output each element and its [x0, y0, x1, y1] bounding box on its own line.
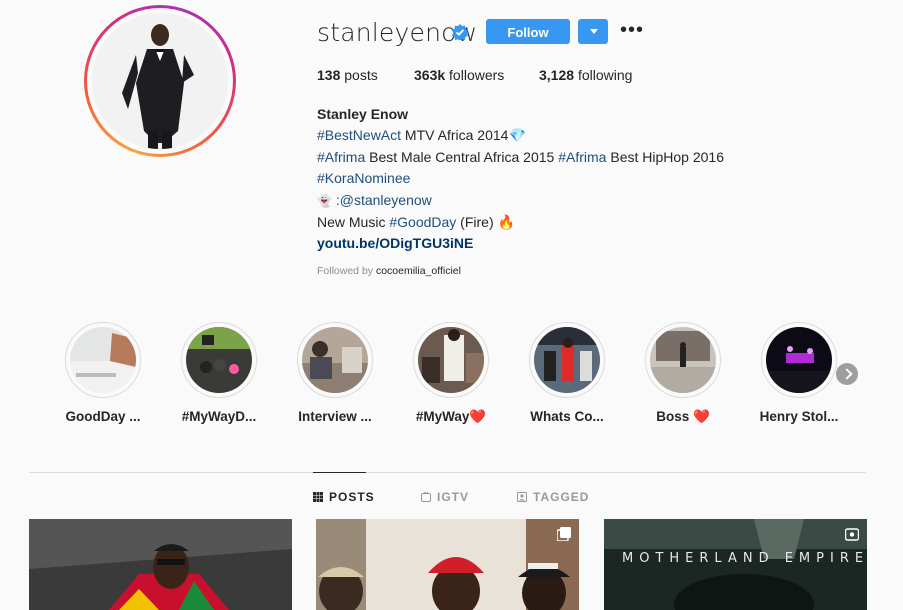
highlight-label: Whats Co...	[530, 409, 604, 424]
igtv-video-icon	[845, 528, 859, 541]
active-tab-indicator	[313, 472, 366, 473]
highlight-cover	[418, 327, 484, 393]
highlight-label: Interview ...	[298, 409, 372, 424]
followers-count[interactable]: 363k followers	[414, 67, 504, 83]
post-thumbnail[interactable]	[29, 519, 292, 610]
highlight-cover	[766, 327, 832, 393]
hashtag-link[interactable]: #GoodDay	[389, 214, 456, 230]
snapchat-ghost-icon: 👻	[317, 193, 332, 208]
highlights-next-arrow-icon[interactable]	[836, 363, 858, 385]
highlight-label: Boss ❤️	[656, 409, 710, 424]
highlight-label: #MyWayD...	[181, 409, 257, 424]
fire-emoji-icon: 🔥	[497, 214, 515, 231]
profile-bio: Stanley Enow #BestNewAct MTV Africa 2014…	[317, 106, 724, 252]
tabs-divider	[29, 472, 866, 473]
suggestions-dropdown-button[interactable]	[578, 19, 608, 44]
more-options-icon[interactable]: •••	[620, 20, 644, 40]
followed-by[interactable]: Followed by cocoemilia_officiel	[317, 265, 461, 277]
follow-button[interactable]: Follow	[486, 19, 570, 44]
bio-website-link[interactable]: youtu.be/ODigTGU3iNE	[317, 235, 473, 251]
tagged-icon	[517, 492, 527, 502]
hashtag-link[interactable]: #BestNewAct	[317, 127, 401, 143]
post-thumbnail[interactable]	[316, 519, 579, 610]
igtv-icon	[421, 492, 431, 502]
highlight-cover	[70, 327, 136, 393]
mention-link[interactable]: :@stanleyenow	[336, 192, 432, 208]
post-thumbnail[interactable]: MOTHERLAND EMPIRE	[604, 519, 867, 610]
tab-posts[interactable]: POSTS	[313, 490, 375, 504]
highlight-cover	[186, 327, 252, 393]
highlight-label: #MyWay❤️	[415, 409, 487, 424]
tab-tagged[interactable]: TAGGED	[517, 490, 589, 504]
profile-avatar[interactable]	[84, 5, 236, 157]
highlight-label: Henry Stol...	[759, 409, 839, 424]
hashtag-link[interactable]: #KoraNominee	[317, 170, 410, 186]
hashtag-link[interactable]: #Afrima	[317, 149, 365, 165]
profile-full-name: Stanley Enow	[317, 106, 409, 122]
avatar-photo	[92, 13, 228, 149]
multiple-photos-icon	[557, 527, 571, 541]
verified-badge-icon	[452, 24, 468, 40]
following-count[interactable]: 3,128 following	[539, 67, 632, 83]
tab-igtv[interactable]: IGTV	[421, 490, 469, 504]
diamond-emoji-icon: 💎	[508, 127, 526, 144]
post-caption-overlay: MOTHERLAND EMPIRE	[622, 551, 867, 566]
highlight-label: GoodDay ...	[65, 409, 141, 424]
hashtag-link[interactable]: #Afrima	[558, 149, 606, 165]
posts-count: 138 posts	[317, 67, 378, 83]
highlight-cover	[534, 327, 600, 393]
highlight-cover	[302, 327, 368, 393]
highlight-cover	[650, 327, 716, 393]
grid-icon	[313, 492, 323, 502]
